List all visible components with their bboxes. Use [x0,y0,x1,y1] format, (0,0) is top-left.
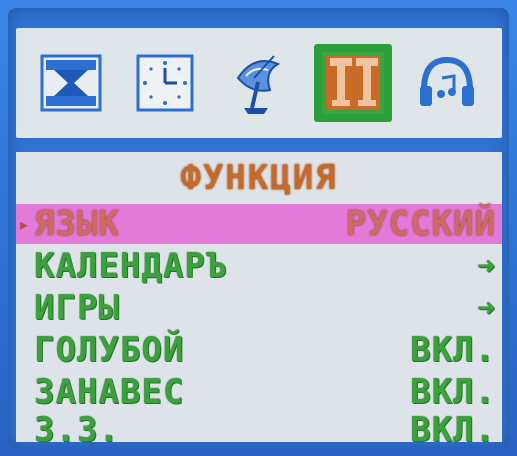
menu-row-blue-background[interactable]: ГОЛУБОЙ ВКЛ. [16,330,502,370]
menu-row-label: ГОЛУБОЙ [34,330,185,370]
menu-row-value: ВКЛ. [410,330,496,370]
menu-row-calendar[interactable]: КАЛЕНДАРЪ ➜ [16,246,502,286]
menu-row-games[interactable]: ИГРЫ ➜ [16,288,502,328]
menu-row-label: З.З. [34,410,120,450]
menu-row-zz[interactable]: З.З. ВКЛ. [16,410,502,450]
sound-menu-button[interactable] [408,44,486,122]
channel-menu-button[interactable] [220,44,298,122]
menu-row-label: ИГРЫ [34,288,120,328]
hourglass-icon [40,54,102,112]
menu-row-language[interactable]: ▸ ЯЗЫК РУССКИЙ [16,204,502,244]
picture-menu-button[interactable] [32,44,110,122]
menu-icon-bar [16,28,502,138]
menu-row-label: ЗАНАВЕС [34,372,185,412]
timer-menu-button[interactable] [126,44,204,122]
arrow-right-icon: ➜ [476,290,496,326]
menu-row-curtain[interactable]: ЗАНАВЕС ВКЛ. [16,372,502,412]
menu-row-label: КАЛЕНДАРЪ [34,246,228,286]
menu-row-value: ВКЛ. [410,410,496,450]
satellite-dish-icon [236,55,281,114]
tools-icon [322,52,384,114]
arrow-right-icon: ➜ [476,248,496,284]
selection-pointer-icon: ▸ [18,212,32,236]
menu-row-value: РУССКИЙ [345,204,496,244]
menu-row-value: ВКЛ. [410,372,496,412]
function-menu: ФУНКЦИЯ ▸ ЯЗЫК РУССКИЙ КАЛЕНДАРЪ ➜ ИГРЫ … [16,152,502,450]
clock-icon [136,54,194,112]
headphones-icon [420,56,474,106]
function-menu-button[interactable] [314,44,392,122]
menu-row-label: ЯЗЫК [34,204,120,244]
tv-screen: ФУНКЦИЯ ▸ ЯЗЫК РУССКИЙ КАЛЕНДАРЪ ➜ ИГРЫ … [0,0,517,456]
menu-title: ФУНКЦИЯ [180,158,338,198]
